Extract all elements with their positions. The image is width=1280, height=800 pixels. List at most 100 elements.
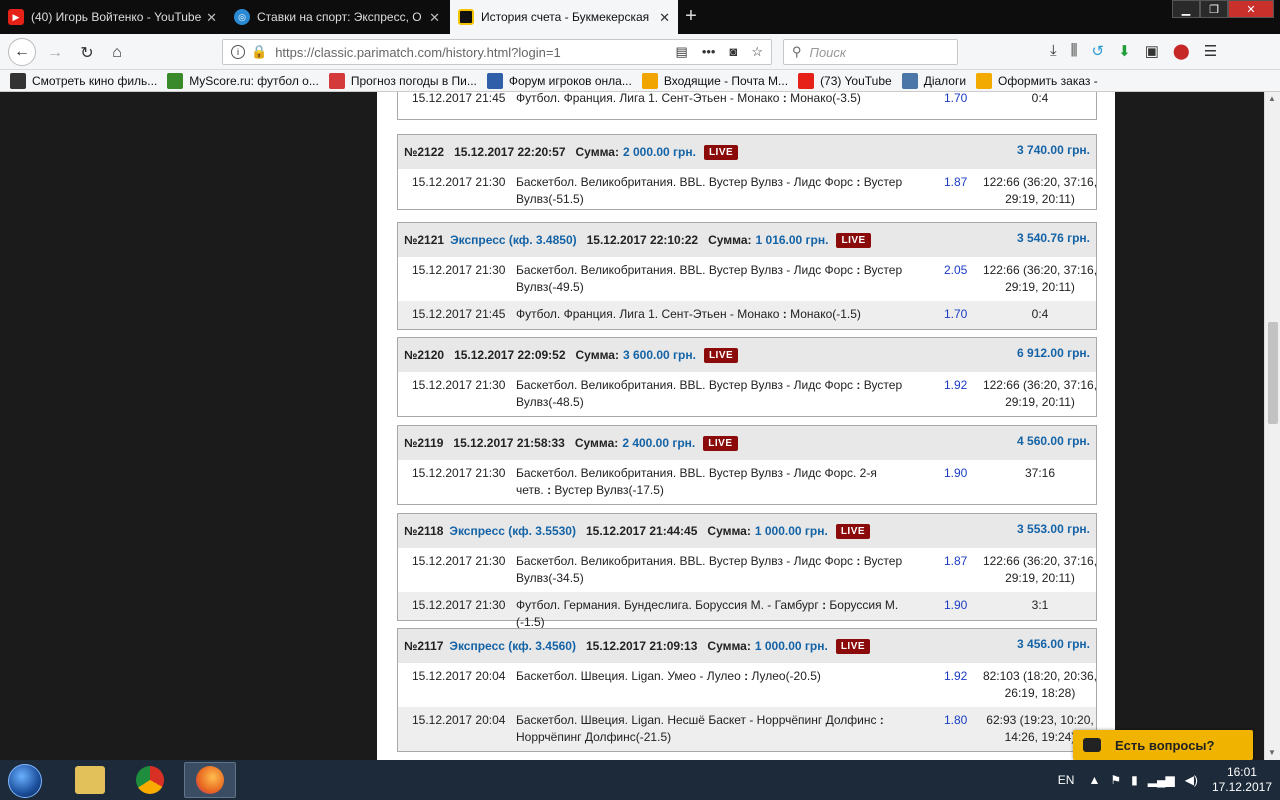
bookmark-item[interactable]: MyScore.ru: футбол о... bbox=[167, 72, 319, 89]
event-description: Баскетбол. Великобритания. BBL. Вустер В… bbox=[516, 174, 906, 208]
windows-taskbar: EN ▲ ⚑ ▮ ▂▄▆ ◀) 16:01 17.12.2017 bbox=[0, 760, 1280, 800]
bookmark-item[interactable]: Прогноз погоды в Пи... bbox=[328, 72, 477, 89]
event-date: 15.12.2017 21:30 bbox=[412, 175, 506, 189]
bookmark-item[interactable]: Входящие - Почта М... bbox=[641, 72, 788, 89]
scroll-down-icon[interactable]: ▼ bbox=[1268, 748, 1276, 757]
page-actions-icon[interactable]: ••• bbox=[702, 44, 716, 60]
network-icon[interactable]: ▂▄▆ bbox=[1148, 773, 1175, 787]
new-tab-button[interactable]: + bbox=[680, 5, 702, 27]
bookmark-label: MyScore.ru: футбол о... bbox=[189, 73, 319, 88]
bet-event-row: 15.12.2017 20:04 Баскетбол. Швеция. Ligan… bbox=[398, 707, 1096, 751]
event-separator: : bbox=[853, 175, 864, 189]
tab-history[interactable]: История счета - Букмекерская ✕ bbox=[450, 0, 678, 34]
restore-icon[interactable]: ❐ bbox=[1200, 0, 1228, 18]
reader-view-icon[interactable]: ▤ bbox=[676, 44, 688, 60]
tab-youtube[interactable]: ▶ (40) Игорь Войтенко - YouTube ✕ bbox=[0, 0, 225, 34]
sidebar-icon[interactable]: ▣ bbox=[1145, 42, 1159, 60]
bookmark-label: Прогноз погоды в Пи... bbox=[350, 73, 477, 88]
power-icon[interactable]: ▮ bbox=[1131, 773, 1138, 787]
tab-stavki[interactable]: ◎ Ставки на спорт: Экспресс, О ✕ bbox=[226, 0, 448, 34]
event-description: Футбол. Германия. Бундеслига. Боруссия М… bbox=[516, 597, 906, 631]
forward-button[interactable]: → bbox=[42, 40, 68, 66]
close-tab-icon[interactable]: ✕ bbox=[429, 10, 440, 26]
bookmark-item[interactable]: Оформить заказ - bbox=[976, 72, 1098, 89]
taskbar-explorer[interactable] bbox=[64, 762, 116, 798]
event-separator: : bbox=[853, 378, 864, 392]
home-button[interactable]: ⌂ bbox=[104, 40, 130, 66]
express-link[interactable]: Экспресс (кф. 3.4560) bbox=[449, 639, 576, 653]
bet-number[interactable]: №2122 bbox=[404, 145, 444, 159]
bet-header: №2118 Экспресс (кф. 3.5530) 15.12.2017 21:… bbox=[398, 514, 1096, 548]
bet-datetime: 15.12.2017 22:10:22 bbox=[586, 233, 699, 247]
url-text[interactable]: https://classic.parimatch.com/history.ht… bbox=[275, 45, 561, 60]
weather-icon bbox=[328, 72, 345, 89]
bookmark-label: Форум игроков онла... bbox=[508, 73, 632, 88]
scrollbar-thumb[interactable] bbox=[1268, 322, 1278, 424]
event-description: Баскетбол. Швеция. Ligan. Умео - Лулео :… bbox=[516, 668, 906, 685]
event-pick: Лулео(-20.5) bbox=[751, 669, 821, 683]
live-badge: LIVE bbox=[703, 347, 739, 363]
event-date: 15.12.2017 20:04 bbox=[412, 713, 506, 727]
event-date: 15.12.2017 21:45 bbox=[412, 307, 506, 321]
bet-number[interactable]: №2117 bbox=[404, 639, 443, 653]
bet-number[interactable]: №2120 bbox=[404, 348, 444, 362]
sync-icon[interactable]: ↺ bbox=[1092, 42, 1105, 60]
event-name: Баскетбол. Швеция. Ligan. Несшё Баскет -… bbox=[516, 713, 877, 727]
volume-icon[interactable]: ◀) bbox=[1185, 773, 1198, 787]
close-tab-icon[interactable]: ✕ bbox=[206, 10, 217, 26]
express-link[interactable]: Экспресс (кф. 3.4850) bbox=[450, 233, 577, 247]
language-indicator[interactable]: EN bbox=[1058, 773, 1075, 787]
taskbar-chrome[interactable] bbox=[124, 762, 176, 798]
close-tab-icon[interactable]: ✕ bbox=[659, 10, 670, 26]
express-link[interactable]: Экспресс (кф. 3.5530) bbox=[449, 524, 576, 538]
bet-sum: 3 600.00 грн. bbox=[622, 348, 696, 362]
lock-icon: 🔒 bbox=[251, 44, 268, 59]
bet-datetime: 15.12.2017 22:20:57 bbox=[454, 145, 566, 159]
adblock-icon[interactable]: ⬤ bbox=[1173, 42, 1190, 60]
download-icon[interactable]: ⤓ bbox=[1050, 42, 1057, 60]
event-name: Футбол. Германия. Бундеслига. Боруссия М… bbox=[516, 598, 819, 612]
library-icon[interactable]: ⫼ bbox=[1071, 42, 1078, 60]
bet-number[interactable]: №2118 bbox=[404, 524, 443, 538]
start-button[interactable] bbox=[8, 764, 42, 798]
event-description: Футбол. Франция. Лига 1. Сент-Этьен - Мо… bbox=[516, 306, 906, 323]
event-description: Баскетбол. Великобритания. BBL. Вустер В… bbox=[516, 553, 906, 587]
close-window-icon[interactable]: ✕ bbox=[1228, 0, 1274, 18]
bookmark-label: Смотреть кино филь... bbox=[32, 73, 158, 88]
bookmark-item[interactable]: (73) YouTube bbox=[798, 72, 892, 89]
event-name: Баскетбол. Великобритания. BBL. Вустер В… bbox=[516, 378, 854, 392]
address-bar[interactable]: i 🔒 https://classic.parimatch.com/histor… bbox=[222, 39, 772, 65]
event-odds: 1.70 bbox=[944, 307, 968, 321]
extension-download-icon[interactable]: ⬇ bbox=[1118, 42, 1131, 60]
clock[interactable]: 16:01 17.12.2017 bbox=[1212, 765, 1272, 795]
scroll-up-icon[interactable]: ▲ bbox=[1268, 94, 1276, 103]
event-pick: Вустер Вулвз(-17.5) bbox=[554, 483, 664, 497]
reload-button[interactable]: ↻ bbox=[74, 40, 100, 66]
show-hidden-icons[interactable]: ▲ bbox=[1088, 773, 1100, 787]
help-chat-button[interactable]: Есть вопросы? bbox=[1073, 730, 1253, 760]
flag-icon[interactable]: ⚑ bbox=[1110, 773, 1121, 787]
search-box[interactable]: ⚲ Поиск bbox=[783, 39, 958, 65]
event-odds: 1.80 bbox=[944, 713, 968, 727]
event-separator: : bbox=[779, 307, 791, 321]
info-icon[interactable]: i bbox=[231, 45, 245, 59]
bet-card: №2122 15.12.2017 22:20:57 Сумма: 2 000.00 г… bbox=[397, 134, 1097, 210]
back-button[interactable]: ← bbox=[8, 38, 36, 66]
bet-number[interactable]: №2119 bbox=[404, 436, 443, 450]
bet-sum: 1 000.00 грн. bbox=[754, 639, 828, 653]
pocket-icon[interactable]: ◙ bbox=[729, 44, 737, 60]
minimize-icon[interactable]: ▁ bbox=[1172, 0, 1200, 18]
mail-icon bbox=[641, 72, 658, 89]
vertical-scrollbar[interactable]: ▲ ▼ bbox=[1264, 92, 1280, 760]
bet-card: №2120 15.12.2017 22:09:52 Сумма: 3 600.00 г… bbox=[397, 337, 1097, 417]
bookmark-item[interactable]: Форум игроков онла... bbox=[486, 72, 632, 89]
bet-number[interactable]: №2121 bbox=[404, 233, 444, 247]
taskbar-firefox[interactable] bbox=[184, 762, 236, 798]
event-pick: Монако(-3.5) bbox=[790, 92, 861, 105]
bookmark-star-icon[interactable]: ☆ bbox=[751, 44, 763, 60]
bet-card: №2118 Экспресс (кф. 3.5530) 15.12.2017 21:… bbox=[397, 513, 1097, 629]
bookmark-item[interactable]: Смотреть кино филь... bbox=[10, 72, 158, 89]
bookmark-item[interactable]: Діалоги bbox=[901, 72, 966, 89]
menu-icon[interactable]: ☰ bbox=[1204, 42, 1217, 60]
order-icon bbox=[976, 72, 993, 89]
